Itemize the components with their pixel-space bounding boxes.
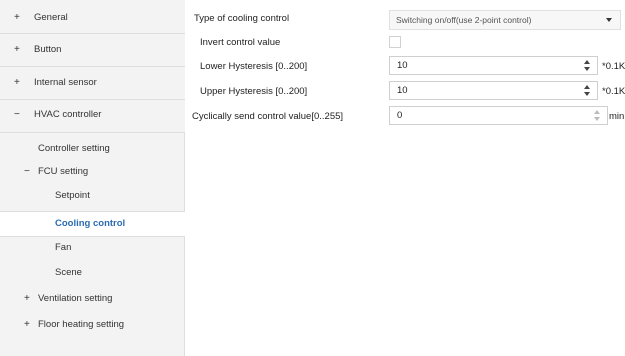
cooling-type-label: Type of cooling control [194,13,290,24]
spin-up-icon[interactable] [594,110,600,114]
spin-up-icon[interactable] [584,60,590,64]
invert-control-label: Invert control value [200,37,281,48]
sidebar-item-scene[interactable]: Scene [55,265,82,281]
sidebar-item-label: Fan [55,242,72,253]
sidebar-item-button[interactable]: + Button [14,42,61,58]
sidebar-item-label: Button [34,44,62,55]
cooling-type-value: Switching on/off(use 2-point control) [396,15,532,25]
plus-icon[interactable]: + [24,291,34,307]
sidebar-item-fcu-setting[interactable]: − FCU setting [24,164,88,180]
divider [0,99,185,100]
plus-icon[interactable]: + [14,42,24,58]
sidebar-item-hvac-controller[interactable]: − HVAC controller [14,107,101,123]
sidebar-item-label: General [34,12,68,23]
sidebar-item-setpoint[interactable]: Setpoint [55,188,90,204]
minus-icon[interactable]: − [24,164,34,180]
spin-down-icon[interactable] [594,117,600,121]
lower-hysteresis-input[interactable]: 10 [389,56,598,75]
lower-hysteresis-label: Lower Hysteresis [0..200] [200,61,308,72]
spin-arrows-icon[interactable] [583,84,591,97]
divider [0,33,185,34]
sidebar-item-label: Setpoint [55,190,90,201]
cyclic-send-unit: min [609,111,625,122]
sidebar-item-controller-setting[interactable]: Controller setting [38,141,110,157]
sidebar-item-fan[interactable]: Fan [55,240,71,256]
cyclic-send-value: 0 [397,110,403,121]
spin-up-icon[interactable] [584,85,590,89]
sidebar-item-label: Floor heating setting [38,319,125,330]
invert-control-checkbox[interactable] [389,36,401,48]
divider [0,132,185,133]
sidebar-item-floor-heating-setting[interactable]: + Floor heating setting [24,317,124,333]
sidebar-item-label: Internal sensor [34,77,97,88]
lower-hysteresis-unit: *0.1K [602,61,625,72]
upper-hysteresis-unit: *0.1K [602,86,625,97]
spin-arrows-icon[interactable] [583,59,591,72]
sidebar-item-general[interactable]: + General [14,10,68,26]
sidebar-item-label: Controller setting [38,143,110,154]
minus-icon[interactable]: − [14,107,24,123]
sidebar-item-cooling-control[interactable]: Cooling control [0,211,185,237]
lower-hysteresis-value: 10 [397,60,408,71]
spin-down-icon[interactable] [584,92,590,96]
sidebar-item-internal-sensor[interactable]: + Internal sensor [14,75,97,91]
cooling-type-select[interactable]: Switching on/off(use 2-point control) [389,10,621,30]
divider [184,236,185,356]
chevron-down-icon[interactable] [606,18,612,22]
divider [184,132,185,211]
cyclic-send-input[interactable]: 0 [389,106,608,125]
plus-icon[interactable]: + [14,10,24,26]
sidebar-item-label: Scene [55,267,82,278]
sidebar-item-label: FCU setting [38,166,89,177]
sidebar-tree: + General + Button + Internal sensor − H… [0,0,185,356]
sidebar-item-label: HVAC controller [34,109,102,120]
sidebar-item-label: Cooling control [55,218,126,229]
sidebar-item-ventilation-setting[interactable]: + Ventilation setting [24,291,112,307]
upper-hysteresis-label: Upper Hysteresis [0..200] [200,86,308,97]
spin-down-icon[interactable] [584,67,590,71]
cyclic-send-label: Cyclically send control value[0..255] [192,111,344,122]
plus-icon[interactable]: + [24,317,34,333]
divider [0,66,185,67]
upper-hysteresis-value: 10 [397,85,408,96]
plus-icon[interactable]: + [14,75,24,91]
spin-arrows-icon[interactable] [593,109,601,122]
sidebar-item-label: Ventilation setting [38,293,113,304]
upper-hysteresis-input[interactable]: 10 [389,81,598,100]
